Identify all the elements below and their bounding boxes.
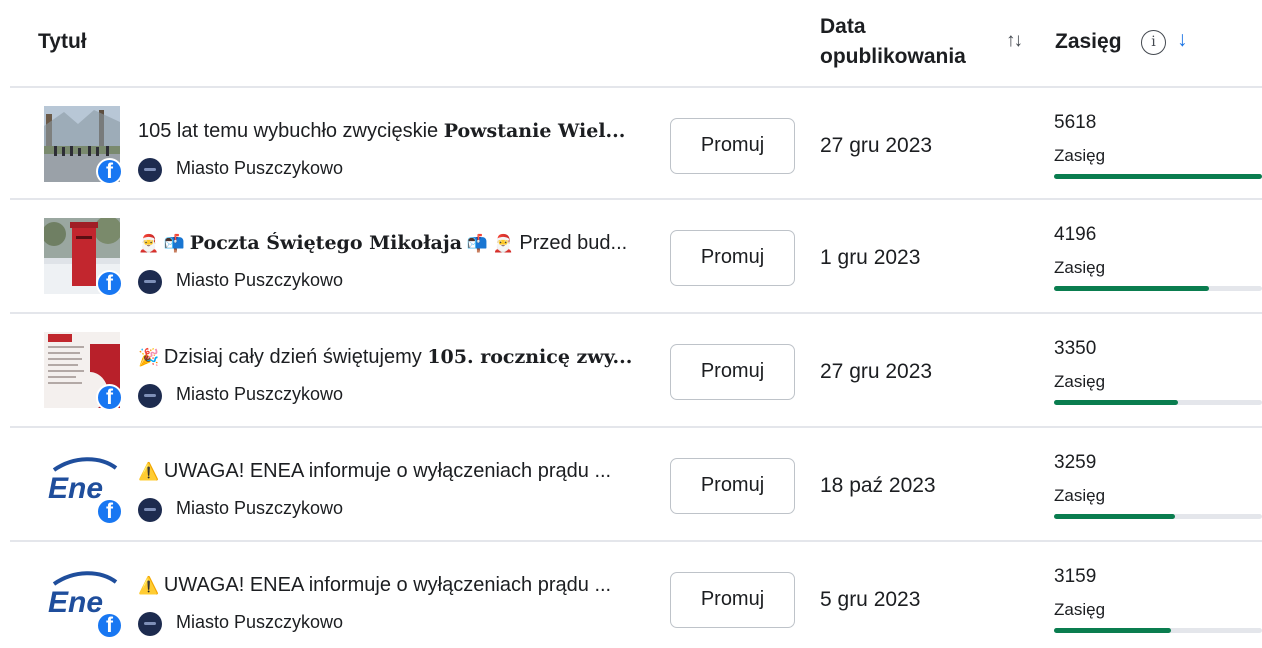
publish-date: 27 gru 2023 — [820, 134, 933, 157]
reach-value: 3259 — [1054, 452, 1097, 473]
page-avatar — [138, 612, 162, 636]
reach-bar-fill — [1054, 514, 1175, 519]
facebook-icon: f — [96, 612, 123, 639]
post-title[interactable]: ⚠️ UWAGA! ENEA informuje o wyłączeniach … — [138, 574, 656, 597]
reach-value: 3350 — [1054, 338, 1097, 359]
page-avatar — [138, 270, 162, 294]
table-row[interactable]: Ene f ⚠️ UWAGA! ENEA informuje o wyłączeni… — [10, 540, 1262, 648]
table-row[interactable]: f 🎉 Dzisiaj cały dzień świętujemy 105. ro… — [10, 312, 1262, 424]
promote-button[interactable]: Promuj — [670, 230, 795, 286]
reach-bar — [1054, 400, 1262, 405]
post-text-bold: 105. rocznicę zwy... — [427, 346, 633, 368]
info-icon[interactable]: i — [1141, 30, 1166, 55]
reach-bar-fill — [1054, 628, 1171, 633]
post-title[interactable]: 🎉 Dzisiaj cały dzień świętujemy 105. roc… — [138, 346, 656, 369]
page-name: Miasto Puszczykowo — [176, 270, 344, 290]
publish-date: 18 paź 2023 — [820, 474, 936, 497]
enea-logo-text: Ene — [48, 586, 103, 619]
reach-label: Zasięg — [1054, 258, 1106, 277]
table-header: Tytuł Data opublikowania ↑↓ Zasięg i ↓ — [0, 0, 1262, 86]
post-mid-emoji: 📬 🎅 — [462, 234, 514, 253]
reach-bar-fill — [1054, 400, 1178, 405]
enea-logo-text: Ene — [48, 472, 103, 505]
sort-arrows-icon[interactable]: ↑↓ — [1006, 30, 1023, 52]
post-text-bold: Poczta Świętego Mikołaja — [189, 232, 463, 254]
page-avatar — [138, 158, 162, 182]
facebook-icon: f — [96, 498, 123, 525]
publish-date: 27 gru 2023 — [820, 360, 933, 383]
facebook-icon: f — [96, 270, 123, 297]
page-avatar — [138, 498, 162, 522]
publish-date: 1 gru 2023 — [820, 246, 921, 269]
reach-bar — [1054, 514, 1262, 519]
facebook-icon: f — [96, 158, 123, 185]
reach-value: 5618 — [1054, 112, 1097, 133]
promote-button[interactable]: Promuj — [670, 572, 795, 628]
post-lead-emoji: ⚠️ — [138, 462, 164, 481]
post-text-bold: Powstanie Wiel... — [443, 120, 626, 142]
page-name: Miasto Puszczykowo — [176, 384, 344, 404]
reach-bar-fill — [1054, 286, 1209, 291]
post-lead-emoji: 🎉 — [138, 348, 164, 367]
column-header-title[interactable]: Tytuł — [38, 30, 87, 54]
post-lead-emoji: 🎅 📬 — [138, 234, 190, 253]
facebook-icon: f — [96, 384, 123, 411]
reach-label: Zasięg — [1054, 372, 1106, 391]
date-header-line1: Data — [820, 15, 866, 38]
page-name: Miasto Puszczykowo — [176, 612, 344, 632]
post-text-plain: 105 lat temu wybuchło zwycięskie — [138, 120, 444, 142]
post-title[interactable]: 105 lat temu wybuchło zwycięskie Powstan… — [138, 120, 656, 143]
table-row[interactable]: f 105 lat temu wybuchło zwycięskie Powsta… — [10, 86, 1262, 198]
post-text-plain: Dzisiaj cały dzień świętujemy — [163, 346, 428, 368]
table-row[interactable]: f 🎅 📬 Poczta Świętego Mikołaja 📬 🎅 Przed … — [10, 198, 1262, 310]
arrow-down-icon[interactable]: ↓ — [1177, 28, 1188, 52]
post-text-plain: UWAGA! ENEA informuje o wyłączeniach prą… — [163, 460, 612, 482]
column-header-date[interactable]: Data opublikowania — [820, 12, 966, 72]
reach-value: 4196 — [1054, 224, 1097, 245]
reach-label: Zasięg — [1054, 146, 1106, 165]
page-name: Miasto Puszczykowo — [176, 158, 344, 178]
reach-bar — [1054, 174, 1262, 179]
post-lead-emoji: ⚠️ — [138, 576, 164, 595]
promote-button[interactable]: Promuj — [670, 458, 795, 514]
reach-label: Zasięg — [1054, 600, 1106, 619]
post-text-plain: UWAGA! ENEA informuje o wyłączeniach prą… — [163, 574, 612, 596]
page-name: Miasto Puszczykowo — [176, 498, 344, 518]
post-title[interactable]: 🎅 📬 Poczta Świętego Mikołaja 📬 🎅 Przed b… — [138, 232, 656, 255]
reach-value: 3159 — [1054, 566, 1097, 587]
post-title[interactable]: ⚠️ UWAGA! ENEA informuje o wyłączeniach … — [138, 460, 656, 483]
column-header-reach[interactable]: Zasięg — [1055, 30, 1122, 54]
post-text-after: Przed bud... — [513, 232, 628, 254]
reach-bar — [1054, 286, 1262, 291]
date-header-line2: opublikowania — [820, 45, 966, 68]
promote-button[interactable]: Promuj — [670, 344, 795, 400]
table-row[interactable]: Ene f ⚠️ UWAGA! ENEA informuje o wyłączeni… — [10, 426, 1262, 538]
page-avatar — [138, 384, 162, 408]
reach-bar — [1054, 628, 1262, 633]
promote-button[interactable]: Promuj — [670, 118, 795, 174]
reach-bar-fill — [1054, 174, 1262, 179]
reach-label: Zasięg — [1054, 486, 1106, 505]
publish-date: 5 gru 2023 — [820, 588, 921, 611]
